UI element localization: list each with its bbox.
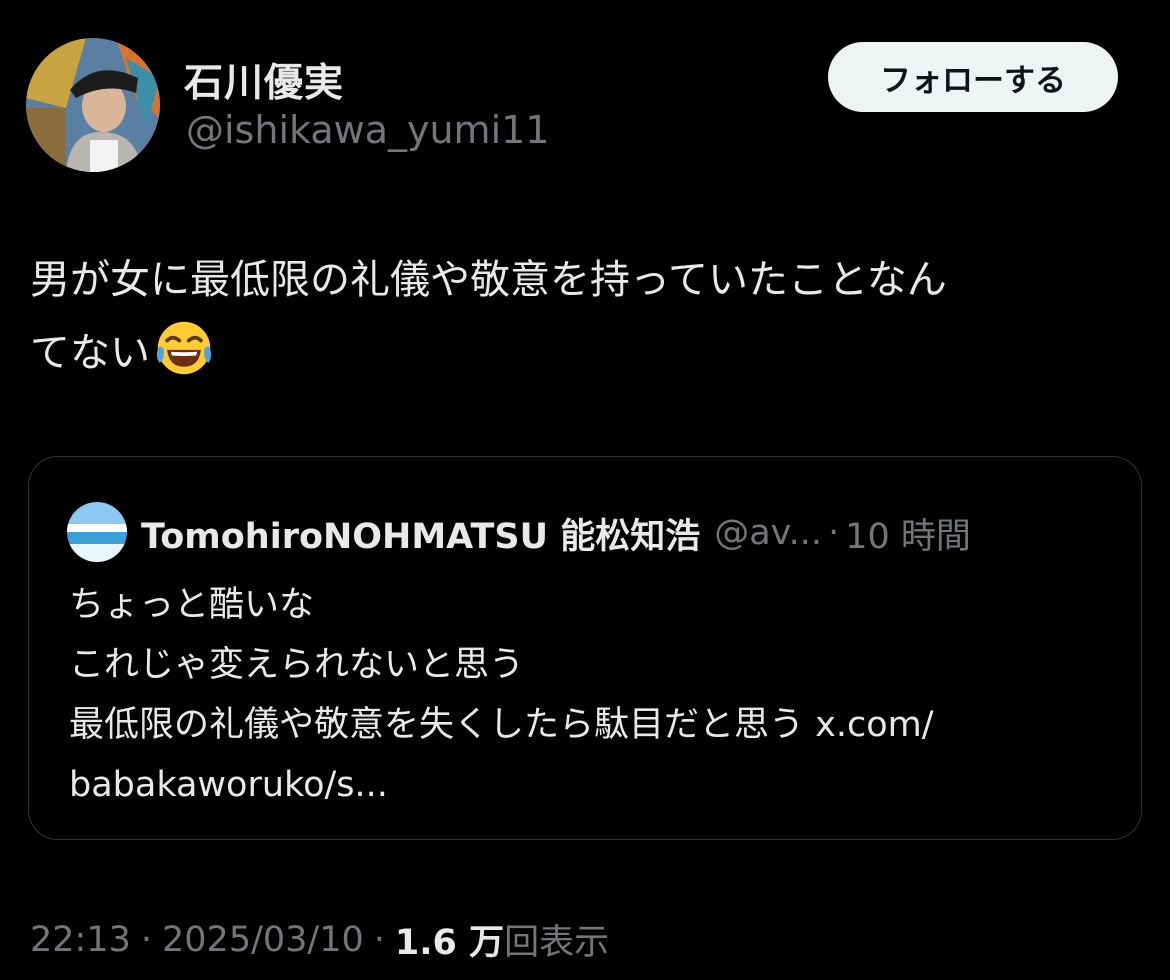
quoted-text-line: ちょっと酷いな xyxy=(69,585,315,625)
author-handle[interactable]: @ishikawa_yumi11 xyxy=(186,108,550,152)
beach-avatar-icon xyxy=(67,502,127,562)
meta-separator: · xyxy=(373,919,385,960)
quoted-author-name[interactable]: TomohiroNOHMATSU 能松知浩 xyxy=(141,508,700,559)
face-with-tears-of-joy-icon xyxy=(156,321,212,375)
tweet-date[interactable]: 2025/03/10 xyxy=(162,920,364,960)
profile-photo-icon xyxy=(26,38,160,172)
quoted-timestamp[interactable]: 10 時間 xyxy=(845,508,971,559)
quoted-text-line: babakaworuko/s... xyxy=(69,765,388,805)
tweet-time[interactable]: 22:13 xyxy=(30,920,131,960)
quoted-text-line: これじゃ変えられないと思う xyxy=(69,645,525,685)
views-count[interactable]: 1.6 万 xyxy=(395,914,504,965)
quoted-text-line: 最低限の礼儀や敬意を失くしたら駄目だと思う x.com/ xyxy=(69,705,934,745)
author-display-name[interactable]: 石川優実 xyxy=(184,52,344,108)
quoted-separator: · xyxy=(828,513,840,553)
follow-button[interactable]: フォローする xyxy=(828,42,1118,112)
views-label: 回表示 xyxy=(504,923,610,963)
tweet-meta: 22:13 · 2025/03/10 · 1.6 万 回表示 xyxy=(30,914,609,965)
author-avatar[interactable] xyxy=(26,38,160,172)
quoted-author-handle[interactable]: @av... xyxy=(714,513,822,553)
quoted-text: ちょっと酷いな これじゃ変えられないと思う 最低限の礼儀や敬意を失くしたら駄目だ… xyxy=(69,575,1119,815)
quoted-author-avatar[interactable] xyxy=(67,502,127,562)
meta-separator: · xyxy=(140,919,153,960)
quoted-tweet-card[interactable]: TomohiroNOHMATSU 能松知浩 @av... · 10 時間 ちょっ… xyxy=(28,456,1142,840)
quoted-header: TomohiroNOHMATSU 能松知浩 @av... · 10 時間 xyxy=(141,503,971,563)
tweet-body: 男が女に最低限の礼儀や敬意を持っていたことなん てない xyxy=(30,244,1140,390)
